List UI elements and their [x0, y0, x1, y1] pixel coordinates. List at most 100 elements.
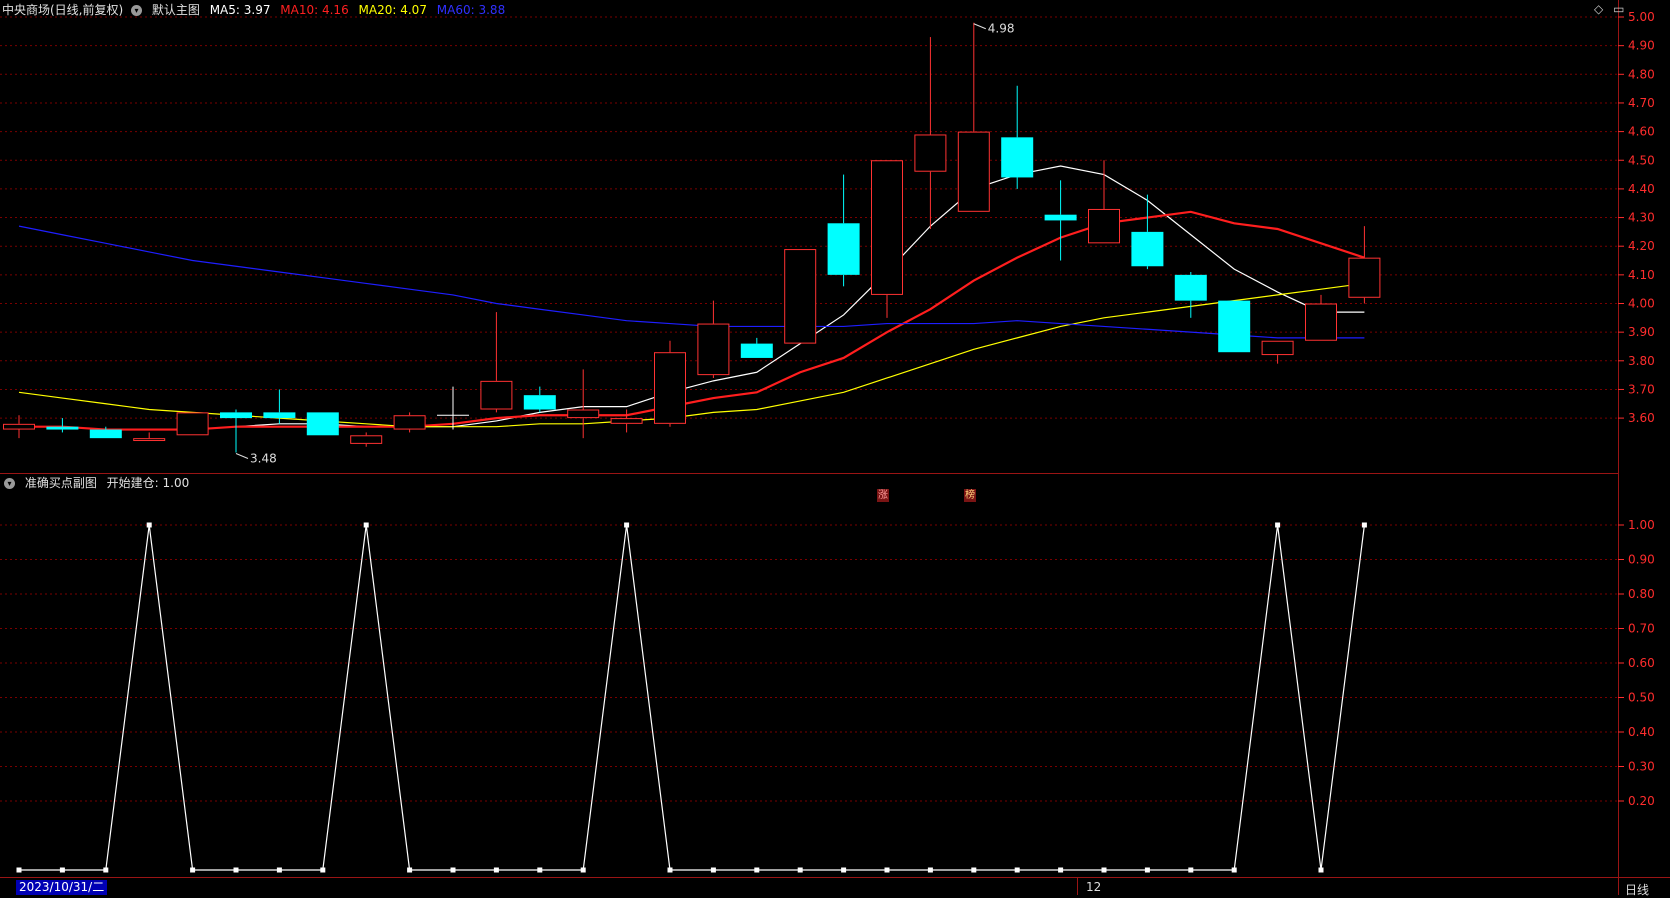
candle [740, 337, 773, 358]
candle-body [1218, 300, 1251, 353]
candle-body [1305, 303, 1337, 341]
candle-body [89, 429, 122, 439]
candle [3, 415, 35, 439]
candle [1044, 180, 1077, 261]
candle-body [1131, 231, 1164, 267]
price-tick-label: 5.00 [1628, 10, 1655, 24]
price-tick-label: 3.60 [1628, 411, 1655, 425]
signal-tick-label: 0.60 [1628, 656, 1655, 670]
candle-body [46, 426, 79, 430]
candle [567, 369, 600, 439]
signal-point [146, 522, 152, 528]
price-tick-label: 4.90 [1628, 39, 1655, 53]
signal-point [580, 867, 586, 873]
candle [350, 432, 383, 447]
moving-average-lines [18, 165, 1365, 431]
candle-body [914, 134, 947, 172]
candle [1348, 226, 1381, 304]
candle-body [957, 131, 990, 212]
signal-point [363, 522, 369, 528]
annotation-pointer [973, 23, 986, 30]
signal-tick-label: 0.40 [1628, 725, 1655, 739]
candle [1131, 194, 1164, 270]
signal-point [1144, 867, 1150, 873]
candle-body [871, 160, 903, 295]
candle [220, 409, 252, 453]
signal-tick-label: 0.20 [1628, 794, 1655, 808]
candle-body [567, 409, 600, 419]
candle-body [480, 380, 513, 410]
price-annotation: 4.98 [988, 22, 1015, 36]
chart-frame [0, 0, 1670, 895]
sub-chart-header: ▾ 准确买点副图 开始建仓: 1.00 [4, 474, 195, 491]
candle-body [610, 418, 643, 424]
main-chart-label[interactable]: 默认主图 [152, 3, 200, 17]
candle-body [697, 323, 730, 376]
candle-body [133, 438, 166, 442]
ma-line-ma5 [19, 165, 1365, 431]
candle-body [306, 412, 339, 436]
rank-event-badge[interactable]: 榜 [964, 489, 976, 502]
candle [523, 386, 556, 413]
candle-body [784, 249, 817, 344]
up-event-badge[interactable]: 涨 [877, 489, 889, 502]
signal-tick-label: 0.80 [1628, 587, 1655, 601]
candle-body [176, 412, 209, 436]
candle [697, 300, 730, 378]
signal-tick-label: 0.90 [1628, 553, 1655, 567]
signal-point [493, 867, 499, 873]
diamond-icon[interactable]: ◇ [1594, 2, 1603, 16]
sub-settings-toggle-icon[interactable]: ▾ [4, 478, 15, 489]
candle-body [1348, 257, 1381, 298]
candle-body [1088, 208, 1120, 244]
indicator-label: 准确买点副图 [24, 476, 97, 490]
price-tick-label: 3.90 [1628, 325, 1655, 339]
price-tick-label: 4.70 [1628, 96, 1655, 110]
signal-point [59, 867, 65, 873]
candle-body [350, 435, 383, 444]
main-chart-header: 中央商场(日线,前复权) ▾ 默认主图 MA5: 3.97 MA10: 4.16… [2, 1, 511, 18]
ma-line-ma20 [18, 282, 1365, 428]
grid-layer [0, 16, 1618, 802]
candle [1001, 85, 1034, 189]
price-tick-label: 4.60 [1628, 125, 1655, 139]
candle-body [827, 223, 860, 275]
settings-toggle-icon[interactable]: ▾ [131, 5, 143, 16]
y-axis-ticks: 5.00 4.90 4.80 4.70 4.60 4.50 4.40 4.30 4.20 4.10… [1618, 10, 1655, 808]
signal-tick-label: 0.50 [1628, 691, 1655, 705]
signal-point [190, 867, 196, 873]
price-annotation: 3.48 [250, 451, 277, 465]
signal-point [1058, 867, 1064, 873]
candle [1218, 300, 1251, 353]
ma20-value: MA20: 4.07 [358, 3, 427, 17]
candle-body [393, 415, 426, 430]
candle-body [220, 412, 252, 419]
period-label[interactable]: 日线 [1625, 881, 1649, 898]
price-tick-label: 3.70 [1628, 382, 1655, 396]
signal-point [754, 867, 760, 873]
signal-point [450, 867, 456, 873]
candle-body [523, 395, 556, 410]
candle [1305, 294, 1337, 341]
indicator-value: 开始建仓: 1.00 [106, 476, 190, 490]
signal-point [971, 867, 977, 873]
ma10-value: MA10: 4.16 [280, 3, 349, 17]
stock-chart[interactable]: 5.00 4.90 4.80 4.70 4.60 4.50 4.40 4.30 4.20 4.10… [0, 0, 1670, 895]
window-controls: ◇ ▭ [1588, 2, 1624, 16]
candle [393, 412, 426, 433]
signal-point [1014, 867, 1020, 873]
signal-point [624, 522, 630, 528]
signal-point [1231, 867, 1237, 873]
maximize-icon[interactable]: ▭ [1613, 2, 1624, 16]
candle [480, 312, 513, 413]
price-tick-label: 4.00 [1628, 297, 1655, 311]
candle-body [654, 352, 686, 424]
candle [957, 22, 990, 212]
signal-point [797, 867, 803, 873]
signal-point [276, 867, 282, 873]
ma60-value: MA60: 3.88 [436, 3, 506, 17]
price-tick-label: 3.80 [1628, 354, 1655, 368]
signal-tick-label: 0.30 [1628, 760, 1655, 774]
signal-point [1275, 522, 1281, 528]
signal-point [667, 867, 673, 873]
